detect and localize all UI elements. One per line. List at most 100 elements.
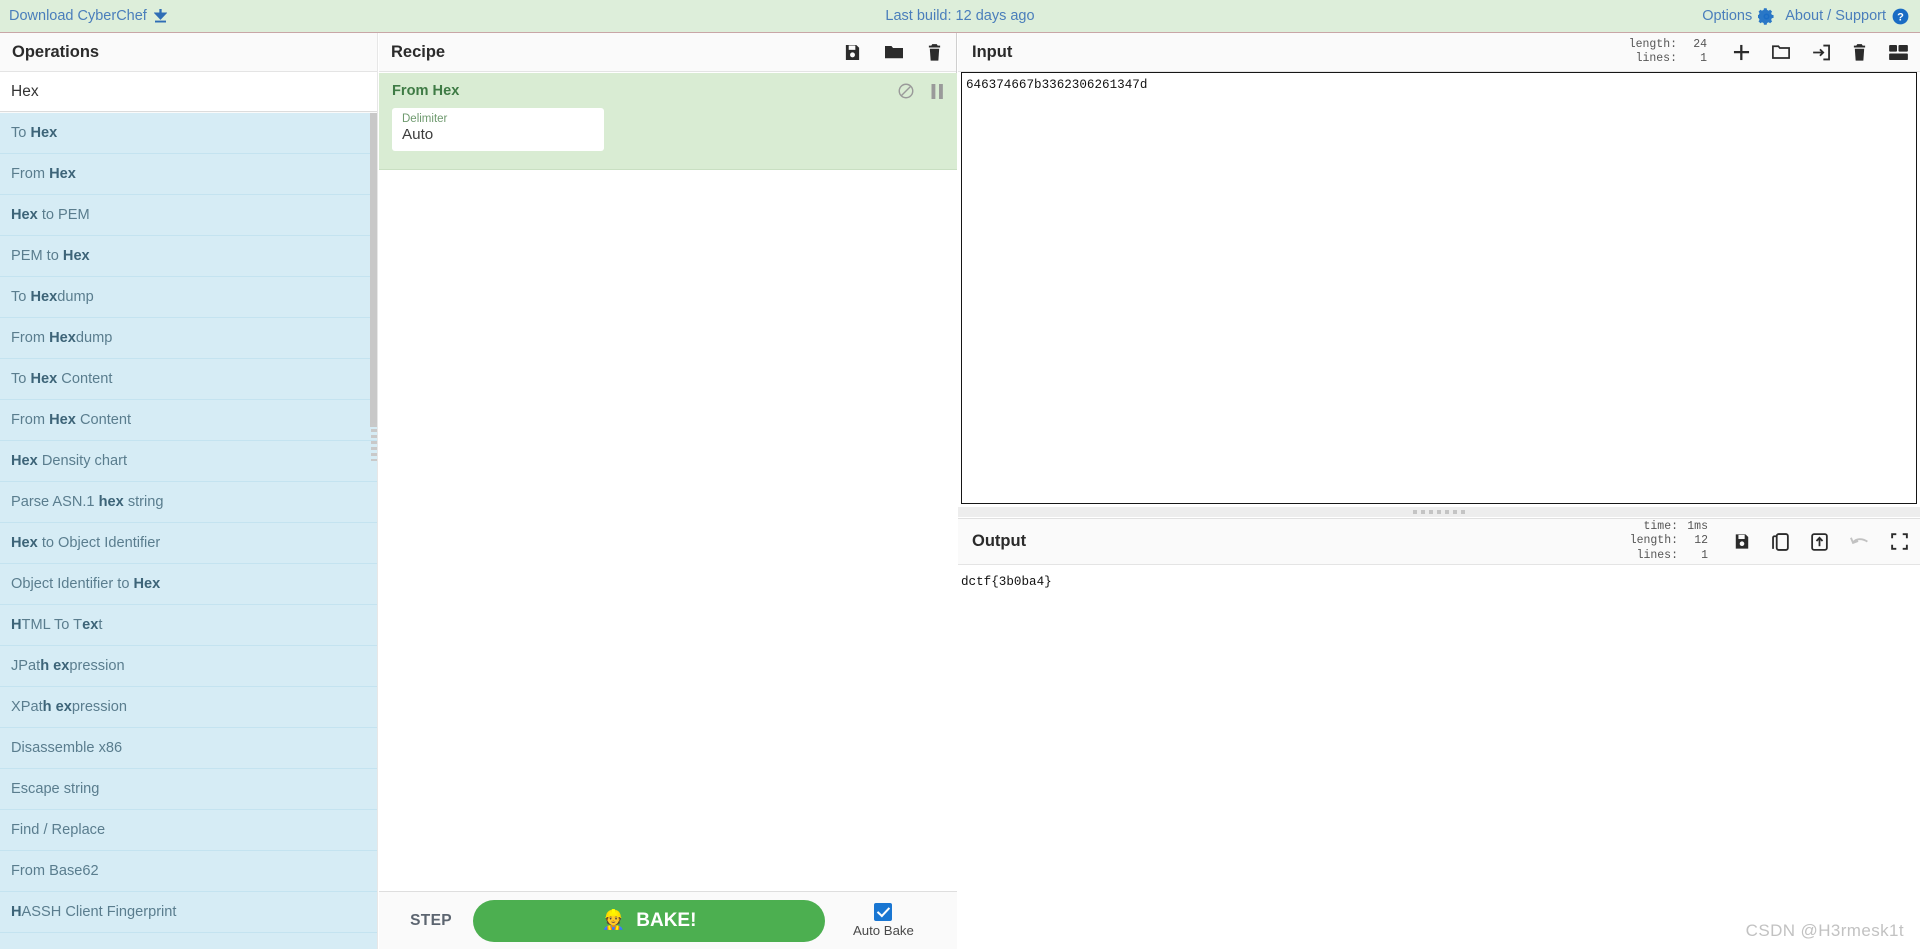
folder-icon[interactable] [885, 44, 903, 60]
recipe-argument-input[interactable] [402, 126, 594, 143]
operation-label: Hex to PEM [11, 207, 90, 223]
operation-label: To Hex Content [11, 371, 113, 387]
operation-label: Parse ASN.1 hex string [11, 494, 164, 510]
operation-list-item[interactable]: To Hex [0, 113, 377, 154]
io-stat-key: time: [1643, 519, 1678, 533]
operations-list: To Hex From Hex Hex to PEM PEM to Hex To Hex… [0, 113, 377, 949]
input-toolbar [1733, 43, 1908, 61]
operation-list-item[interactable]: From Base62 [0, 851, 377, 892]
input-header: Input length: 24 lines: 1 [958, 33, 1920, 72]
pause-breakpoint-icon[interactable] [931, 83, 944, 99]
disable-circle-slash-icon[interactable] [898, 83, 914, 99]
operation-list-item[interactable]: HTML To Text [0, 605, 377, 646]
input-textarea[interactable] [961, 72, 1917, 504]
operations-scrollbar-thumb[interactable] [370, 113, 377, 427]
maximise-output-icon[interactable] [1891, 533, 1908, 550]
search-input[interactable] [0, 72, 377, 111]
recipe-operation-list[interactable]: From Hex Delimiter [379, 73, 957, 891]
operation-list-item[interactable]: From Hex [0, 154, 377, 195]
operation-list-item[interactable]: HASSH Client Fingerprint [0, 892, 377, 933]
folder-open-file-icon[interactable] [1772, 44, 1790, 60]
operations-title: Operations [0, 33, 377, 72]
operations-resize-grip[interactable] [371, 423, 377, 461]
io-stat-key: length: [1629, 534, 1678, 548]
output-title: Output [972, 532, 1027, 550]
recipe-operation-name: From Hex [392, 83, 460, 99]
operation-label: HASSH Client Fingerprint [11, 904, 177, 920]
step-button[interactable]: STEP [389, 912, 473, 930]
plus-add-tab-icon[interactable] [1733, 44, 1750, 61]
recipe-title: Recipe [391, 42, 446, 61]
reset-pane-layout-icon[interactable] [1889, 44, 1908, 60]
download-cyberchef-link[interactable]: Download CyberChef [9, 8, 147, 24]
options-group[interactable]: Options [1702, 7, 1775, 25]
recipe-argument-label: Delimiter [402, 113, 448, 125]
input-title: Input [972, 42, 1013, 61]
recipe-operation[interactable]: From Hex Delimiter [379, 73, 957, 170]
operation-list-item[interactable]: Hex to Object Identifier [0, 523, 377, 564]
recipe-header: Recipe [379, 33, 956, 72]
operation-label: Hex to Object Identifier [11, 535, 161, 551]
download-arrow-icon[interactable] [153, 9, 167, 23]
gear-icon[interactable] [1758, 7, 1775, 25]
output-toolbar [1734, 532, 1908, 551]
trash-icon[interactable] [927, 43, 942, 61]
operation-label: Hex Density chart [11, 453, 127, 469]
bake-button[interactable]: 👷 BAKE! [473, 899, 825, 942]
operation-label: JPath expression [11, 658, 125, 674]
recipe-argument-field[interactable]: Delimiter [392, 108, 604, 151]
operation-list-item[interactable]: From Hexdump [0, 318, 377, 359]
io-splitter[interactable] [958, 507, 1920, 517]
operation-list-item[interactable]: Hex Density chart [0, 441, 377, 482]
undo-icon[interactable] [1850, 534, 1869, 549]
output-text: dctf{3b0ba4} [958, 566, 1920, 949]
operation-list-item[interactable]: Hex to PEM [0, 195, 377, 236]
io-stat-row: lines: 1 [1630, 549, 1708, 563]
auto-bake-checkbox[interactable] [874, 903, 893, 921]
operation-list-item[interactable]: Escape string [0, 769, 377, 810]
operation-label: To Hexdump [11, 289, 94, 305]
question-circle-icon[interactable]: ? [1892, 8, 1909, 25]
input-panel: Input length: 24 lines: 1 [958, 33, 1920, 511]
options-link[interactable]: Options [1702, 8, 1752, 24]
save-floppy-icon[interactable] [844, 44, 861, 61]
bake-bar: STEP 👷 BAKE! Auto Bake [379, 891, 957, 949]
about-support-link[interactable]: About / Support [1785, 8, 1886, 24]
io-panel: Input length: 24 lines: 1 646374667b3362… [958, 33, 1920, 949]
operations-search-wrapper [0, 72, 377, 112]
operation-label: To Hex [11, 125, 58, 141]
auto-bake-toggle[interactable]: Auto Bake [853, 903, 914, 938]
io-stat-value: 1 [1700, 52, 1707, 65]
about-group[interactable]: About / Support ? [1785, 8, 1909, 25]
input-stats: length: 24 lines: 1 [1629, 38, 1707, 67]
io-stat-value: 12 [1694, 534, 1708, 548]
replace-input-with-output-icon[interactable] [1811, 532, 1828, 551]
copy-output-icon[interactable] [1772, 532, 1789, 551]
open-folder-as-input-icon[interactable] [1812, 44, 1830, 61]
operation-label: From Hex Content [11, 412, 132, 428]
operation-list-item[interactable]: Find / Replace [0, 810, 377, 851]
operations-panel: Operations To Hex From Hex Hex to PEM PEM t… [0, 33, 378, 949]
save-output-floppy-icon[interactable] [1734, 533, 1750, 550]
clear-io-trash-icon[interactable] [1852, 43, 1867, 61]
auto-bake-label: Auto Bake [853, 923, 914, 938]
workspace: Operations To Hex From Hex Hex to PEM PEM t… [0, 33, 1920, 949]
operation-list-item[interactable]: XPath expression [0, 687, 377, 728]
output-stats: time: 1ms length: 12 lines: 1 [1630, 520, 1708, 563]
io-stat-value: 1ms [1687, 519, 1708, 533]
operation-list-item[interactable]: Object Identifier to Hex [0, 564, 377, 605]
operation-list-item[interactable]: From Hex Content [0, 400, 377, 441]
operation-list-item[interactable]: JPath expression [0, 646, 377, 687]
io-stat-row: lines: 1 [1629, 52, 1707, 66]
io-stat-row: length: 12 [1630, 534, 1708, 548]
recipe-operation-header: From Hex [392, 83, 944, 99]
operation-list-item[interactable]: To Hexdump [0, 277, 377, 318]
recipe-operation-controls [898, 83, 944, 99]
operation-list-item[interactable]: Parse ASN.1 hex string [0, 482, 377, 523]
operation-list-item[interactable]: PEM to Hex [0, 236, 377, 277]
operation-list-item[interactable]: To Hex Content [0, 359, 377, 400]
operations-scrollbar-track[interactable] [370, 113, 377, 949]
splitter-grip-icon [1413, 510, 1465, 514]
io-stat-key: lines: [1636, 548, 1678, 562]
operation-list-item[interactable]: Disassemble x86 [0, 728, 377, 769]
